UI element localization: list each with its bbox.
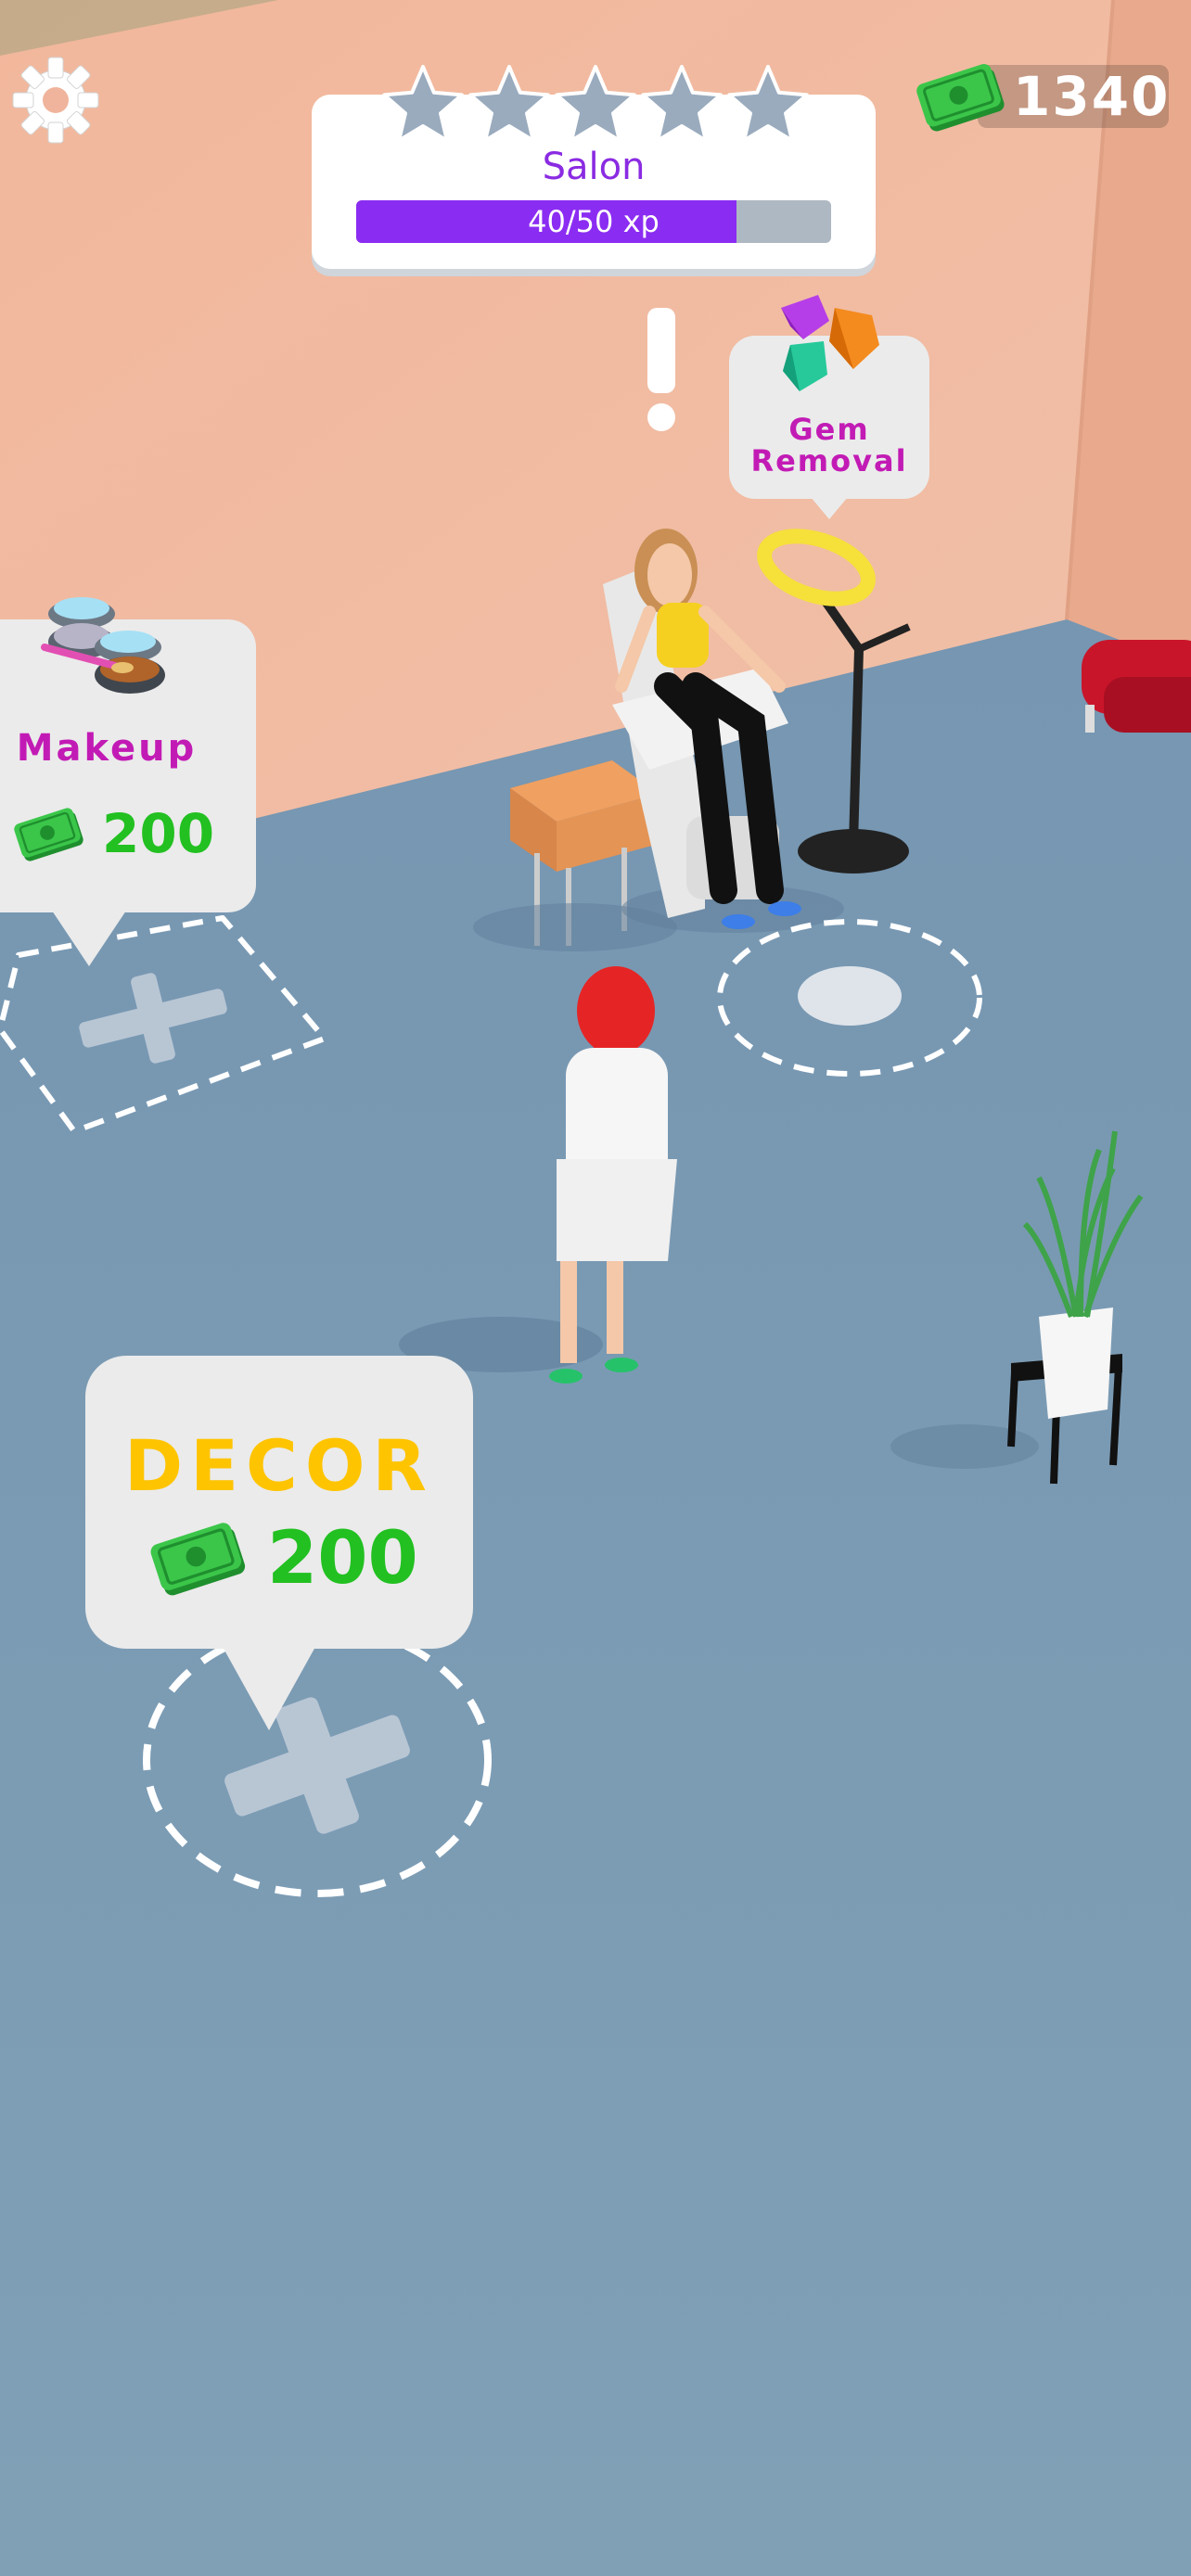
- level-name: Salon: [542, 146, 646, 188]
- star-icon: [727, 65, 809, 143]
- rating-stars: [382, 65, 809, 143]
- makeup-label: Makeup: [16, 727, 198, 770]
- bubble-tail: [52, 911, 126, 966]
- gems-icon: [781, 295, 879, 391]
- xp-progress-bar: 40/50 xp: [356, 200, 831, 243]
- game-scene: 1340 Salon 40/50 xp Gem Removal Makeup 2…: [0, 0, 1191, 2576]
- money-counter: 1340: [913, 57, 1178, 135]
- bubble-tail: [223, 1647, 315, 1730]
- gear-icon[interactable]: [9, 54, 102, 147]
- star-icon: [468, 65, 550, 143]
- exclamation-icon: [647, 308, 675, 431]
- bubble-tail: [811, 497, 848, 519]
- star-icon: [641, 65, 723, 143]
- cash-icon: [150, 1523, 246, 1596]
- money-value: 1340: [1013, 65, 1171, 128]
- makeup-price: 200: [102, 802, 215, 865]
- xp-progress-label: 40/50 xp: [528, 204, 660, 239]
- star-icon: [382, 65, 464, 143]
- decor-purchase-bubble[interactable]: DECOR 200: [85, 1356, 473, 1730]
- decor-label: DECOR: [124, 1424, 434, 1507]
- star-icon: [555, 65, 636, 143]
- makeup-purchase-bubble[interactable]: Makeup 200: [0, 597, 256, 966]
- makeup-palette-icon: [41, 597, 165, 694]
- gem-removal-label: Gem Removal: [750, 412, 908, 478]
- salon-room-background: [0, 0, 1191, 2576]
- decor-price: 200: [267, 1517, 418, 1600]
- cash-icon: [916, 63, 1005, 132]
- cash-icon: [14, 808, 83, 861]
- gem-removal-station-bubble[interactable]: Gem Removal: [729, 295, 929, 519]
